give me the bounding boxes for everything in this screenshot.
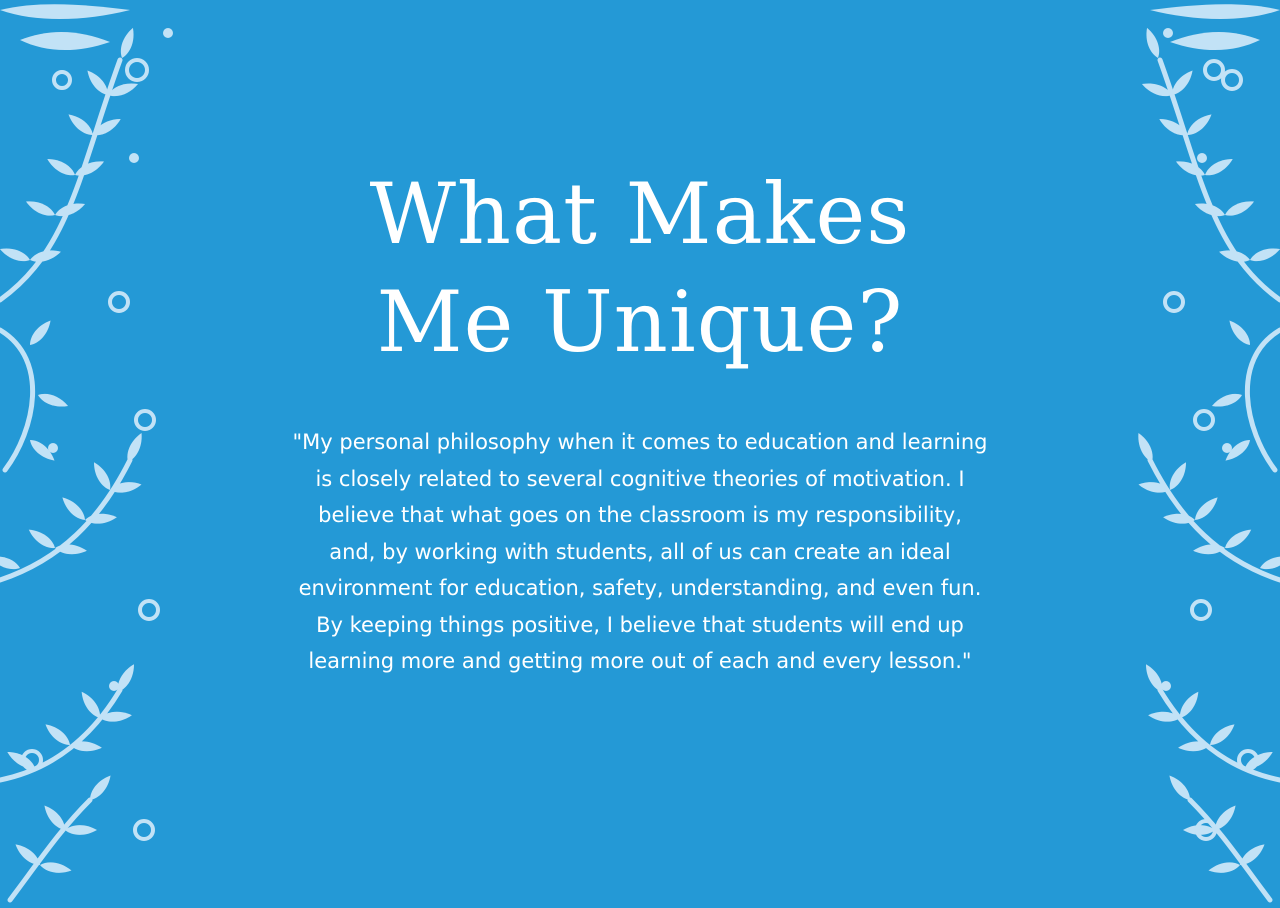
title-line-2: Me Unique? <box>376 273 904 371</box>
leafy-vine-border-icon <box>0 4 173 903</box>
philosophy-quote: "My personal philosophy when it comes to… <box>292 430 988 673</box>
leafy-vine-border-icon <box>1134 4 1280 903</box>
page-title: What Makes Me Unique? <box>240 160 1040 376</box>
title-line-1: What Makes <box>369 165 911 263</box>
slide-page: What Makes Me Unique? "My personal philo… <box>0 0 1280 908</box>
